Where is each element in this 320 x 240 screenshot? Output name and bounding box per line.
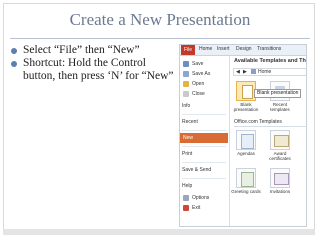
menu-item-recent[interactable]: Recent xyxy=(182,117,228,127)
blank-page-icon xyxy=(242,85,253,99)
slide-footer-bar xyxy=(3,229,315,235)
menu-item-help[interactable]: Help xyxy=(182,181,228,191)
tab-transitions[interactable]: Transitions xyxy=(257,46,281,52)
menu-item-label: Help xyxy=(182,183,193,189)
menu-item-label: Exit xyxy=(192,205,201,211)
menu-item-open[interactable]: Open xyxy=(182,79,228,89)
template-nav-bar: ◀ ▶ Home xyxy=(233,68,306,76)
menu-divider xyxy=(182,162,226,163)
save-icon xyxy=(183,61,189,67)
menu-item-label: Save xyxy=(192,61,204,67)
menu-item-exit[interactable]: Exit xyxy=(182,203,228,213)
menu-item-save[interactable]: Save xyxy=(182,59,228,69)
template-caption: Invitations xyxy=(269,189,291,194)
save-as-icon xyxy=(183,71,189,77)
menu-item-new[interactable]: New xyxy=(180,133,228,143)
bullet-text: Select “File” then “New” xyxy=(23,44,140,56)
menu-item-label: Options xyxy=(192,195,210,201)
tab-insert[interactable]: Insert xyxy=(217,46,230,52)
menu-divider xyxy=(182,114,226,115)
section-divider xyxy=(234,126,306,127)
back-arrow-icon[interactable]: ◀ xyxy=(236,69,240,75)
slide: Create a New Presentation Select “File” … xyxy=(0,0,320,240)
template-tile-blank[interactable] xyxy=(236,81,256,101)
menu-item-print[interactable]: Print xyxy=(182,149,228,159)
tab-file[interactable]: File xyxy=(181,45,195,55)
menu-item-label: Save As xyxy=(192,71,211,77)
template-caption: Recent templates xyxy=(270,102,290,112)
exit-icon xyxy=(183,205,189,211)
templates-panel: Available Templates and Th ◀ ▶ Home Blan… xyxy=(230,56,306,226)
options-icon xyxy=(183,195,189,201)
menu-item-info[interactable]: Info xyxy=(182,101,228,111)
menu-item-save-send[interactable]: Save & Send xyxy=(182,165,228,175)
agendas-icon xyxy=(241,134,254,149)
certificate-icon xyxy=(274,135,289,147)
slide-title: Create a New Presentation xyxy=(69,10,251,29)
bullet-icon xyxy=(11,61,17,67)
menu-item-close[interactable]: Close xyxy=(182,89,228,99)
template-caption: Agendas xyxy=(237,151,255,156)
menu-item-label: Info xyxy=(182,103,191,109)
template-tile-invitations[interactable] xyxy=(270,168,290,188)
menu-divider xyxy=(182,146,226,147)
open-folder-icon xyxy=(183,81,189,87)
forward-arrow-icon[interactable]: ▶ xyxy=(243,69,247,75)
section-heading: Office.com Templates xyxy=(234,119,282,125)
powerpoint-screenshot: File Home Insert Design Transitions Save… xyxy=(179,44,307,227)
menu-divider xyxy=(182,130,226,131)
bullet-item: Select “File” then “New” xyxy=(10,44,180,57)
tooltip: Blank presentation xyxy=(254,89,302,98)
bullet-item: Shortcut: Hold the Control button, then … xyxy=(10,57,180,83)
backstage-menu: Save Save As Open Close Info Recent New … xyxy=(180,56,230,226)
tab-design[interactable]: Design xyxy=(236,46,252,52)
template-tile-agendas[interactable] xyxy=(236,130,256,150)
template-tile-awards[interactable] xyxy=(270,130,290,150)
menu-item-label: Save & Send xyxy=(182,167,212,173)
greeting-card-icon xyxy=(241,172,254,187)
invitation-icon xyxy=(274,173,289,185)
menu-item-label: Print xyxy=(182,151,193,157)
home-icon xyxy=(251,69,256,74)
templates-heading: Available Templates and Th xyxy=(234,58,306,64)
template-caption: Award certificates xyxy=(269,151,291,161)
bullet-text: Shortcut: Hold the Control button, then … xyxy=(23,57,174,82)
tab-home[interactable]: Home xyxy=(199,46,212,52)
close-file-icon xyxy=(183,91,189,97)
menu-item-label: Recent xyxy=(182,119,198,125)
menu-divider xyxy=(182,178,226,179)
template-tile-greeting[interactable] xyxy=(236,168,256,188)
title-divider xyxy=(10,38,310,39)
bullet-icon xyxy=(11,48,17,54)
menu-item-label: New xyxy=(183,135,194,141)
menu-item-label: Open xyxy=(192,81,205,87)
menu-item-label: Close xyxy=(192,91,205,97)
ribbon-tabs: File Home Insert Design Transitions xyxy=(180,45,306,56)
nav-home-label[interactable]: Home xyxy=(258,69,271,75)
bullet-list: Select “File” then “New” Shortcut: Hold … xyxy=(10,44,180,83)
template-caption: Blank presentation xyxy=(233,102,259,112)
menu-item-options[interactable]: Options xyxy=(182,193,228,203)
menu-item-save-as[interactable]: Save As xyxy=(182,69,228,79)
template-caption: Greeting cards xyxy=(231,189,261,194)
